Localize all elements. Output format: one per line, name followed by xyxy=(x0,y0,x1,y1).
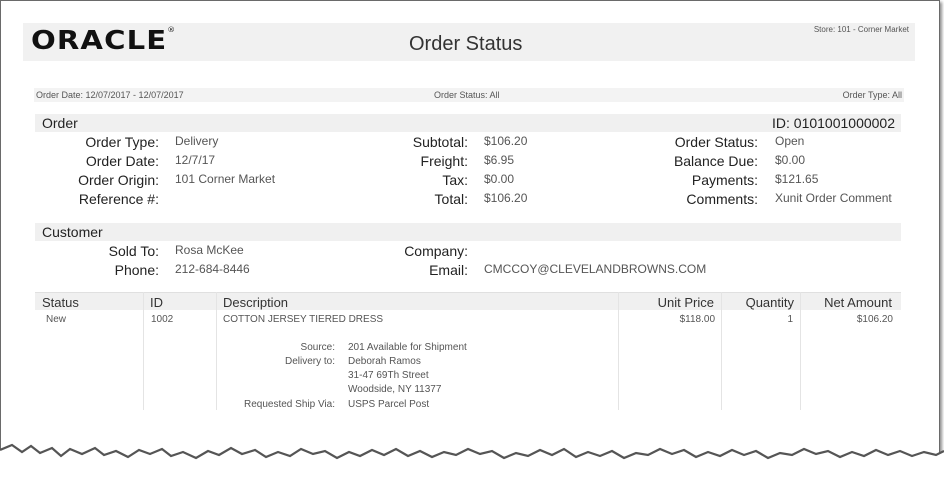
company-label: Company: xyxy=(404,243,468,259)
items-table-header: Status ID Description Unit Price Quantit… xyxy=(35,292,901,310)
column-header-net-amount: Net Amount xyxy=(824,295,892,310)
order-type-label: Order Type: xyxy=(85,134,159,150)
customer-section-header: Customer xyxy=(35,223,901,241)
comments-label: Comments: xyxy=(686,191,758,207)
order-type-value: Delivery xyxy=(175,134,219,148)
email-value: CMCCOY@CLEVELANDBROWNS.COM xyxy=(484,262,707,276)
column-header-quantity: Quantity xyxy=(745,295,794,310)
column-header-id: ID xyxy=(150,295,163,310)
order-section-label: Order xyxy=(42,115,78,131)
ship-via-value: USPS Parcel Post xyxy=(348,399,430,410)
source-value: 201 Available for Shipment xyxy=(348,342,467,353)
torn-edge-graphic xyxy=(0,443,944,478)
order-origin-label: Order Origin: xyxy=(78,172,159,188)
phone-label: Phone: xyxy=(114,262,159,278)
row-net-amount: $106.20 xyxy=(856,314,893,325)
sold-to-value: Rosa McKee xyxy=(175,243,244,257)
balance-due-label: Balance Due: xyxy=(673,153,758,169)
delivery-label: Delivery to: xyxy=(284,356,335,367)
delivery-name: Deborah Ramos xyxy=(348,356,421,367)
column-header-description: Description xyxy=(223,295,289,310)
column-header-status: Status xyxy=(42,295,79,310)
column-divider xyxy=(143,292,144,410)
order-section-header: Order ID: 0101001000002 xyxy=(35,114,901,132)
column-divider xyxy=(721,292,722,410)
source-label: Source: xyxy=(300,342,335,353)
total-label: Total: xyxy=(434,191,468,207)
order-status-value: Open xyxy=(775,134,805,148)
comments-value: Xunit Order Comment xyxy=(775,191,892,205)
page-title: Order Status xyxy=(409,33,523,55)
order-origin-value: 101 Corner Market xyxy=(175,172,276,186)
payments-value: $121.65 xyxy=(775,172,819,186)
ship-via-label: Requested Ship Via: xyxy=(244,399,335,410)
phone-value: 212-684-8446 xyxy=(175,262,250,276)
oracle-logo: ORACLE® xyxy=(31,26,177,56)
order-id: ID: 0101001000002 xyxy=(772,115,895,131)
email-label: Email: xyxy=(429,262,468,278)
filter-summary: Order Date: 12/07/2017 - 12/07/2017 Orde… xyxy=(34,88,904,102)
subtotal-label: Subtotal: xyxy=(412,134,468,150)
order-date-label: Order Date: xyxy=(85,153,159,169)
delivery-street: 31-47 69Th Street xyxy=(348,370,429,381)
reference-label: Reference #: xyxy=(78,191,159,207)
report-page: ORACLE® Order Status Store: 101 - Corner… xyxy=(0,0,940,474)
payments-label: Payments: xyxy=(691,172,758,188)
row-unit-price: $118.00 xyxy=(679,314,715,325)
tax-value: $0.00 xyxy=(484,172,515,186)
row-id: 1002 xyxy=(151,314,174,325)
freight-label: Freight: xyxy=(420,153,468,169)
column-header-unit-price: Unit Price xyxy=(657,295,714,310)
row-description: COTTON JERSEY TIERED DRESS xyxy=(223,314,384,325)
column-divider xyxy=(216,292,217,410)
tax-label: Tax: xyxy=(442,172,468,188)
column-divider xyxy=(618,292,619,410)
store-label: Store: 101 - Corner Market xyxy=(813,25,909,34)
row-status: New xyxy=(46,314,67,325)
order-date-value: 12/7/17 xyxy=(175,153,216,167)
order-type-filter: Order Type: All xyxy=(842,90,902,100)
delivery-city: Woodside, NY 11377 xyxy=(348,384,442,395)
customer-section-label: Customer xyxy=(42,224,103,240)
report-header: ORACLE® Order Status Store: 101 - Corner… xyxy=(23,23,915,61)
order-date-filter: Order Date: 12/07/2017 - 12/07/2017 xyxy=(36,90,184,100)
order-status-label: Order Status: xyxy=(674,134,758,150)
freight-value: $6.95 xyxy=(484,153,515,167)
column-divider xyxy=(800,292,801,410)
row-quantity: 1 xyxy=(787,314,793,325)
balance-due-value: $0.00 xyxy=(775,153,806,167)
subtotal-value: $106.20 xyxy=(484,134,528,148)
total-value: $106.20 xyxy=(484,191,528,205)
sold-to-label: Sold To: xyxy=(108,243,159,259)
order-status-filter: Order Status: All xyxy=(434,90,500,100)
